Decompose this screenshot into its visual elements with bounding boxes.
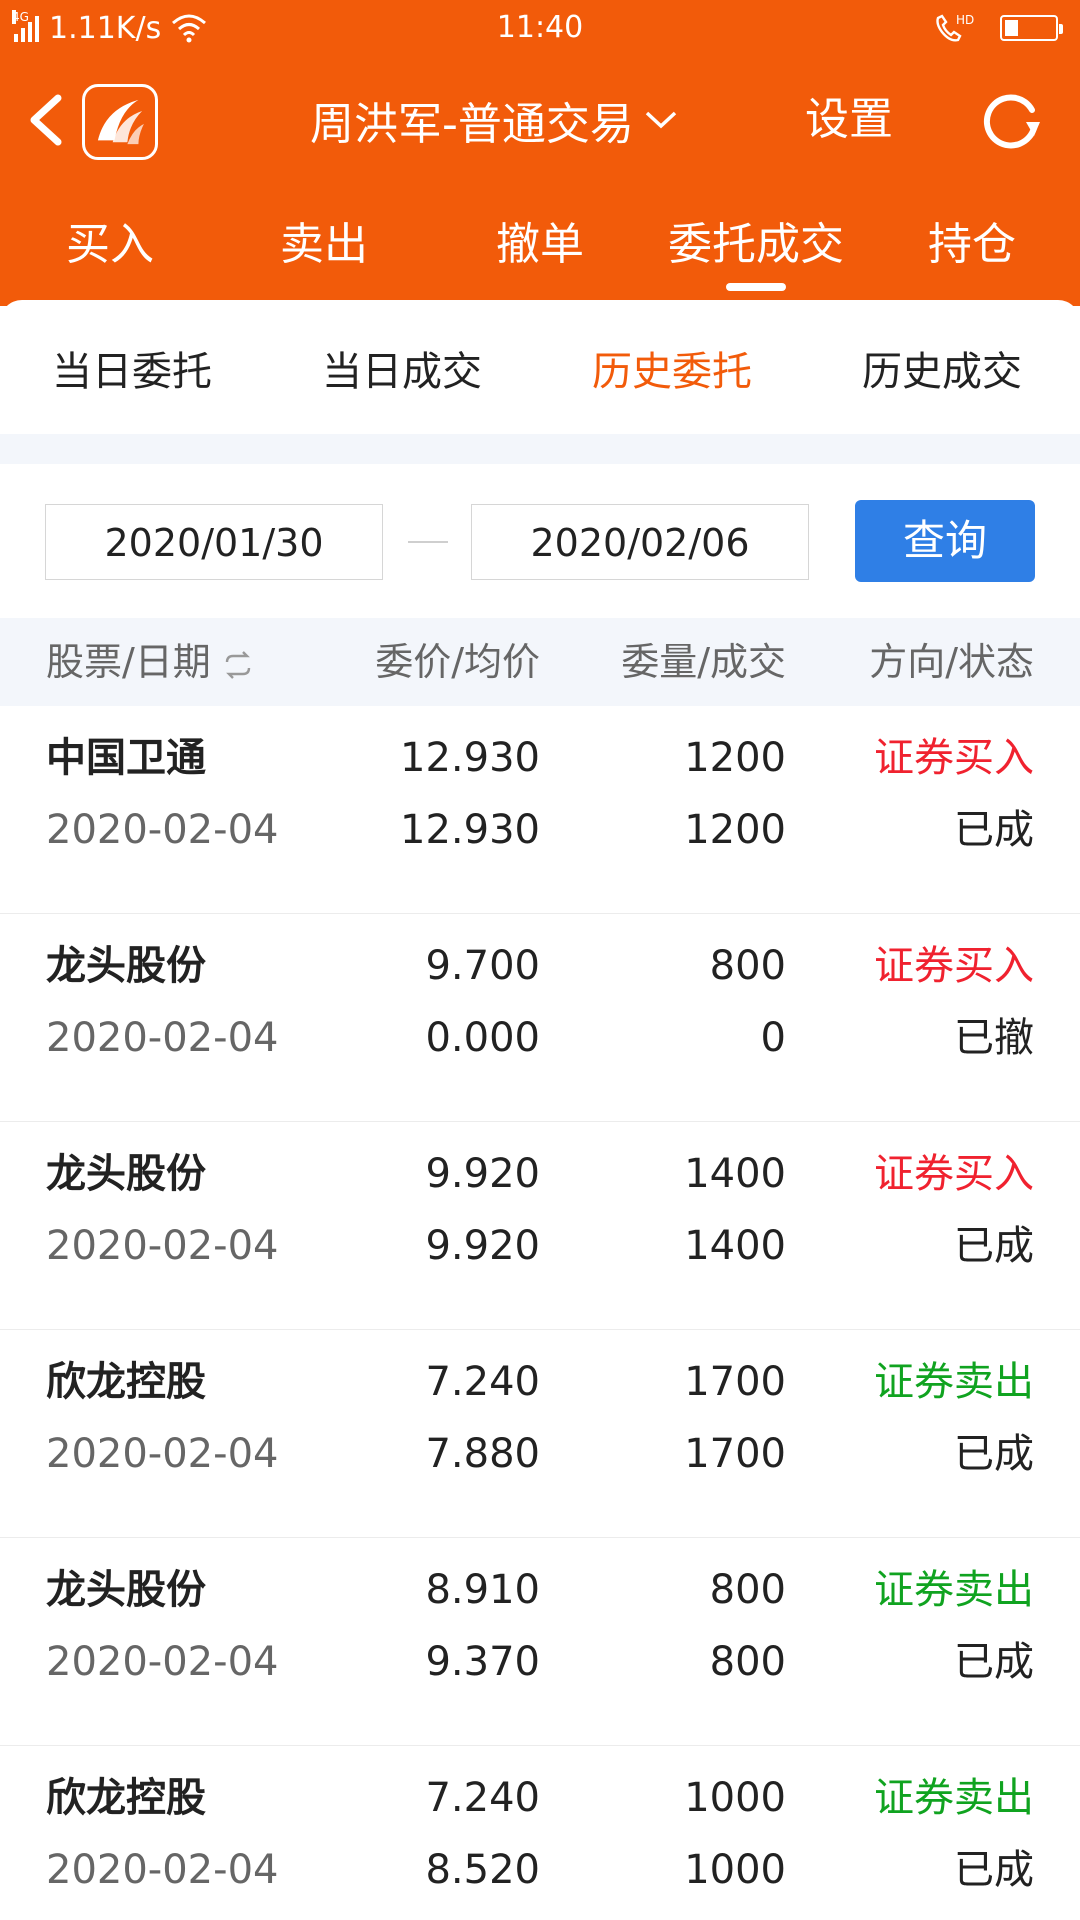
column-header-price: 委价/均价 — [375, 640, 540, 684]
order-quantity: 1000 — [684, 1775, 786, 1821]
order-status: 已成 — [954, 807, 1034, 853]
subtab-history-orders[interactable]: 历史委托 — [592, 342, 752, 402]
subtab-today-trades[interactable]: 当日成交 — [322, 342, 482, 402]
section-divider — [0, 434, 1080, 464]
call-hd-icon: HD — [936, 13, 974, 42]
column-header-direction: 方向/状态 — [869, 640, 1034, 684]
end-date-field[interactable]: 2020/02/06 — [471, 504, 809, 580]
avg-price: 9.370 — [425, 1639, 540, 1685]
column-header-stock-date-label: 股票/日期 — [46, 640, 211, 684]
order-date: 2020-02-04 — [46, 807, 279, 853]
tab-sell[interactable]: 卖出 — [254, 215, 394, 275]
tab-positions[interactable]: 持仓 — [902, 215, 1042, 275]
avg-price: 7.880 — [425, 1431, 540, 1477]
table-header: 股票/日期 委价/均价 委量/成交 方向/状态 — [0, 618, 1080, 706]
filled-quantity: 1000 — [684, 1847, 786, 1893]
active-tab-indicator — [726, 283, 786, 291]
stock-name: 龙头股份 — [46, 1151, 206, 1197]
battery-icon — [1000, 15, 1063, 41]
sub-tabs: 当日委托 当日成交 历史委托 历史成交 — [0, 320, 1080, 430]
order-date: 2020-02-04 — [46, 1223, 279, 1269]
order-status: 已成 — [954, 1431, 1034, 1477]
order-status: 已成 — [954, 1639, 1034, 1685]
table-row[interactable]: 龙头股份 2020-02-04 9.920 9.920 1400 1400 证券… — [0, 1122, 1080, 1330]
table-row[interactable]: 龙头股份 2020-02-04 9.700 0.000 800 0 证券买入 已… — [0, 914, 1080, 1122]
order-price: 9.920 — [425, 1151, 540, 1197]
chevron-down-icon — [645, 111, 677, 129]
order-price: 12.930 — [400, 735, 540, 781]
swap-icon — [225, 650, 251, 679]
query-button[interactable]: 查询 — [855, 500, 1035, 582]
order-direction: 证券买入 — [874, 735, 1034, 781]
table-row[interactable]: 龙头股份 2020-02-04 8.910 9.370 800 800 证券卖出… — [0, 1538, 1080, 1746]
status-bar: 4G 1.11K/s 11:40 HD — [0, 0, 1080, 56]
order-price: 7.240 — [425, 1775, 540, 1821]
date-separator — [408, 541, 448, 543]
stock-name: 龙头股份 — [46, 1567, 206, 1613]
order-quantity: 800 — [709, 1567, 786, 1613]
order-list: 中国卫通 2020-02-04 12.930 12.930 1200 1200 … — [0, 706, 1080, 1920]
stock-name: 欣龙控股 — [46, 1775, 206, 1821]
avg-price: 8.520 — [425, 1847, 540, 1893]
content-panel: 当日委托 当日成交 历史委托 历史成交 2020/01/30 2020/02/0… — [0, 300, 1080, 1920]
subtab-history-trades[interactable]: 历史成交 — [862, 342, 1022, 402]
subtab-today-orders[interactable]: 当日委托 — [52, 342, 212, 402]
filled-quantity: 1400 — [684, 1223, 786, 1269]
order-quantity: 800 — [709, 943, 786, 989]
table-row[interactable]: 欣龙控股 2020-02-04 7.240 8.520 1000 1000 证券… — [0, 1746, 1080, 1920]
stock-name: 龙头股份 — [46, 943, 206, 989]
filled-quantity: 1700 — [684, 1431, 786, 1477]
refresh-icon[interactable] — [976, 88, 1046, 152]
battery-level — [1005, 20, 1018, 36]
start-date-field[interactable]: 2020/01/30 — [45, 504, 383, 580]
filled-quantity: 0 — [760, 1015, 786, 1061]
order-status: 已成 — [954, 1223, 1034, 1269]
column-header-quantity: 委量/成交 — [621, 640, 786, 684]
app-logo-icon — [82, 84, 158, 160]
order-quantity: 1400 — [684, 1151, 786, 1197]
status-time: 11:40 — [496, 10, 584, 45]
order-price: 9.700 — [425, 943, 540, 989]
order-price: 8.910 — [425, 1567, 540, 1613]
date-range: 2020/01/30 2020/02/06 查询 — [0, 500, 1080, 584]
main-tabs: 买入 卖出 撤单 委托成交 持仓 — [0, 215, 1080, 285]
order-direction: 证券卖出 — [874, 1567, 1034, 1613]
avg-price: 9.920 — [425, 1223, 540, 1269]
tab-cancel[interactable]: 撤单 — [470, 215, 610, 275]
tab-orders-trades[interactable]: 委托成交 — [656, 215, 856, 275]
order-date: 2020-02-04 — [46, 1015, 279, 1061]
order-direction: 证券卖出 — [874, 1775, 1034, 1821]
order-quantity: 1200 — [684, 735, 786, 781]
column-header-stock-date[interactable]: 股票/日期 — [46, 632, 255, 692]
stock-name: 欣龙控股 — [46, 1359, 206, 1405]
filled-quantity: 800 — [709, 1639, 786, 1685]
order-date: 2020-02-04 — [46, 1847, 279, 1893]
avg-price: 0.000 — [425, 1015, 540, 1061]
status-right: HD — [932, 10, 1063, 46]
svg-text:HD: HD — [956, 13, 974, 27]
order-direction: 证券卖出 — [874, 1359, 1034, 1405]
table-row[interactable]: 欣龙控股 2020-02-04 7.240 7.880 1700 1700 证券… — [0, 1330, 1080, 1538]
order-date: 2020-02-04 — [46, 1431, 279, 1477]
order-status: 已成 — [954, 1847, 1034, 1893]
account-title-label: 周洪军-普通交易 — [310, 99, 634, 150]
settings-button[interactable]: 设置 — [805, 92, 893, 148]
back-icon[interactable] — [24, 92, 68, 148]
order-price: 7.240 — [425, 1359, 540, 1405]
order-date: 2020-02-04 — [46, 1639, 279, 1685]
order-quantity: 1700 — [684, 1359, 786, 1405]
tab-buy[interactable]: 买入 — [40, 215, 180, 275]
stock-name: 中国卫通 — [46, 735, 206, 781]
filled-quantity: 1200 — [684, 807, 786, 853]
avg-price: 12.930 — [400, 807, 540, 853]
account-title[interactable]: 周洪军-普通交易 — [310, 92, 678, 150]
table-row[interactable]: 中国卫通 2020-02-04 12.930 12.930 1200 1200 … — [0, 706, 1080, 914]
order-direction: 证券买入 — [874, 1151, 1034, 1197]
nav-bar: 周洪军-普通交易 设置 — [0, 70, 1080, 170]
header-bar: 4G 1.11K/s 11:40 HD 周洪军-普通交易 设置 买入 卖出 撤单… — [0, 0, 1080, 306]
order-status: 已撤 — [954, 1015, 1034, 1061]
order-direction: 证券买入 — [874, 943, 1034, 989]
